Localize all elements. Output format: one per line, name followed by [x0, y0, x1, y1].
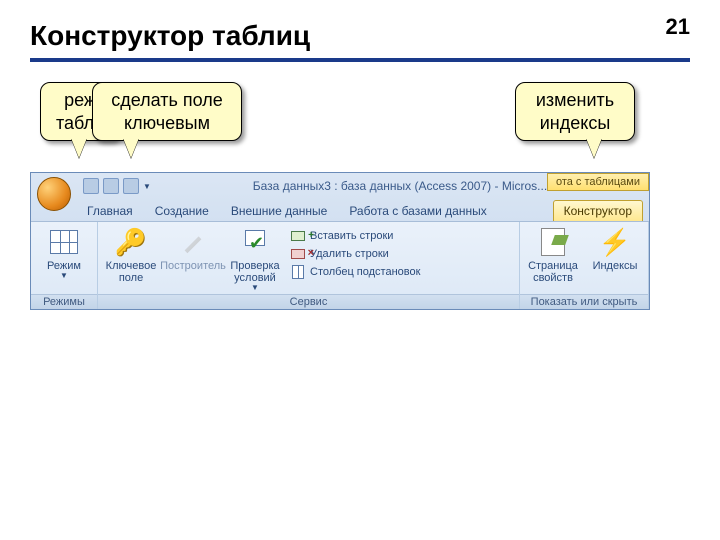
ribbon: Режим ▼ Режимы 🔑 Ключевое поле Построите…: [31, 221, 649, 309]
lookup-column-icon: [290, 264, 306, 280]
primary-key-label: Ключевое поле: [104, 260, 158, 284]
callout-tail: [71, 138, 87, 158]
app-window: ▼ База данных3 : база данных (Access 200…: [30, 172, 650, 310]
callouts-area: реж табли сделать поле ключевым изменить…: [30, 82, 690, 172]
indexes-button[interactable]: ⚡ Индексы: [586, 224, 644, 272]
delete-rows-button[interactable]: Удалить строки: [290, 246, 420, 262]
key-icon: 🔑: [115, 226, 147, 258]
group-service-label: Сервис: [98, 294, 519, 309]
delete-rows-icon: [290, 246, 306, 262]
table-view-icon: [48, 226, 80, 258]
office-orb-button[interactable]: [37, 177, 71, 211]
property-sheet-label: Страница свойств: [526, 260, 580, 284]
tab-home[interactable]: Главная: [77, 201, 143, 221]
callout-indexes: изменить индексы: [515, 82, 635, 141]
quick-access-toolbar: ▼: [83, 178, 151, 194]
callout-tail: [586, 138, 602, 158]
group-service: 🔑 Ключевое поле Построитель Проверка усл…: [98, 222, 520, 309]
delete-rows-label: Удалить строки: [310, 248, 389, 260]
title-rule: [30, 58, 690, 62]
insert-rows-icon: [290, 228, 306, 244]
titlebar: ▼ База данных3 : база данных (Access 200…: [31, 173, 649, 199]
tab-external-data[interactable]: Внешние данные: [221, 201, 338, 221]
property-sheet-icon: [537, 226, 569, 258]
callout-keyfield-text: сделать поле ключевым: [111, 90, 223, 133]
indexes-icon: ⚡: [599, 226, 631, 258]
chevron-down-icon: ▼: [60, 272, 68, 281]
lookup-column-label: Столбец подстановок: [310, 266, 420, 278]
builder-icon: [177, 226, 209, 258]
page-number: 21: [666, 14, 690, 40]
insert-rows-button[interactable]: Вставить строки: [290, 228, 420, 244]
lookup-column-button[interactable]: Столбец подстановок: [290, 264, 420, 280]
row-ops-list: Вставить строки Удалить строки Столбец п…: [288, 224, 422, 284]
validation-icon: [239, 226, 271, 258]
callout-indexes-text: изменить индексы: [536, 90, 614, 133]
insert-rows-label: Вставить строки: [310, 230, 393, 242]
group-modes-label: Режимы: [31, 294, 97, 309]
qat-save-button[interactable]: [83, 178, 99, 194]
callout-keyfield: сделать поле ключевым: [92, 82, 242, 141]
validation-button[interactable]: Проверка условий ▼: [226, 224, 284, 293]
group-show-hide: Страница свойств ⚡ Индексы Показать или …: [520, 222, 649, 309]
property-sheet-button[interactable]: Страница свойств: [524, 224, 582, 284]
qat-redo-button[interactable]: [123, 178, 139, 194]
callout-tail: [123, 138, 139, 158]
mode-button[interactable]: Режим ▼: [35, 224, 93, 281]
builder-label: Построитель: [160, 260, 226, 272]
builder-button[interactable]: Построитель: [164, 224, 222, 272]
chevron-down-icon: ▼: [251, 284, 259, 293]
qat-dropdown-icon[interactable]: ▼: [143, 182, 151, 191]
slide-title: Конструктор таблиц: [30, 20, 690, 52]
group-show-hide-label: Показать или скрыть: [520, 294, 648, 309]
ribbon-tabs: Главная Создание Внешние данные Работа с…: [31, 199, 649, 221]
tab-create[interactable]: Создание: [145, 201, 219, 221]
indexes-label: Индексы: [593, 260, 638, 272]
primary-key-button[interactable]: 🔑 Ключевое поле: [102, 224, 160, 284]
tab-designer[interactable]: Конструктор: [553, 200, 643, 221]
qat-undo-button[interactable]: [103, 178, 119, 194]
context-tab-header: ота с таблицами: [547, 173, 649, 191]
group-modes: Режим ▼ Режимы: [31, 222, 98, 309]
validation-label: Проверка условий: [228, 260, 282, 284]
tab-database-tools[interactable]: Работа с базами данных: [339, 201, 496, 221]
